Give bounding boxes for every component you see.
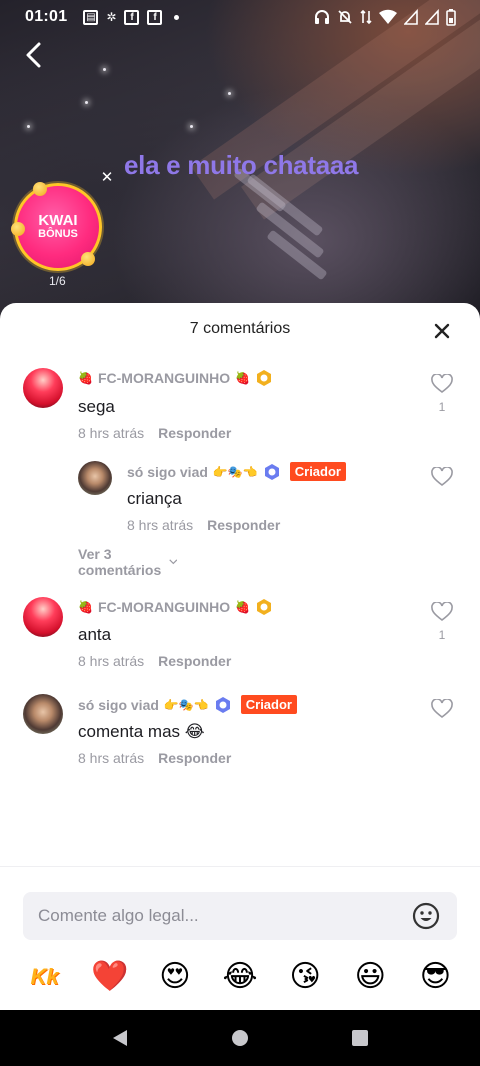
comment-username[interactable]: só sigo viad 👉🎭👈 Criador: [78, 695, 297, 714]
comment-text: criança: [127, 489, 182, 508]
nav-back-icon[interactable]: [111, 1028, 129, 1048]
comment-time: 8 hrs atrás: [78, 425, 145, 441]
status-bar: 01:01 ▤ ✲ f f: [0, 0, 480, 34]
divider: [0, 866, 480, 867]
laughing-emoji-button[interactable]: 😂: [217, 959, 263, 995]
sparkle: [27, 125, 30, 128]
strawberry-emoji: 🍓: [78, 600, 93, 614]
heart-icon[interactable]: [431, 602, 453, 622]
comment-meta: 8 hrs atrás Responder: [78, 653, 231, 669]
heart-icon[interactable]: [431, 699, 453, 719]
sparkle: [228, 92, 231, 95]
sunglasses-emoji-button[interactable]: 😎: [412, 959, 458, 995]
creator-badge: Criador: [289, 462, 346, 481]
comment-meta: 8 hrs atrás Responder: [78, 750, 231, 766]
chevron-down-icon: [168, 559, 177, 565]
comment-sheet: 7 comentários 🍓 FC-MORANGUINHO 🍓 sega 8 …: [0, 303, 480, 1010]
data-icon: [360, 9, 372, 25]
signal-icon: [425, 9, 439, 25]
strawberry-emoji: 🍓: [235, 600, 251, 614]
username-text: FC-MORANGUINHO: [97, 599, 231, 615]
sparkle: [190, 125, 193, 128]
comment-meta: 8 hrs atrás Responder: [127, 517, 280, 533]
comment-username[interactable]: 🍓 FC-MORANGUINHO 🍓: [78, 598, 273, 616]
reply-button[interactable]: Responder: [158, 750, 231, 766]
verified-blue-icon: [264, 463, 279, 480]
back-button[interactable]: [18, 40, 48, 70]
comment-time: 8 hrs atrás: [127, 517, 194, 533]
hands-emoji: 👉🎭👈: [212, 464, 258, 479]
sparkle: [103, 68, 106, 71]
dot-icon: [174, 14, 180, 20]
strawberry-emoji: 🍓: [78, 371, 93, 385]
comment-text: anta: [78, 625, 112, 644]
coin-icon: [81, 252, 95, 266]
nav-home-icon[interactable]: [231, 1029, 249, 1047]
avatar[interactable]: [78, 461, 112, 495]
news-icon: ▤: [83, 9, 99, 25]
comment-time: 8 hrs atrás: [78, 750, 145, 766]
video-caption: ela e muito chataaa: [124, 150, 359, 180]
mute-icon: [338, 10, 352, 24]
comment-time: 8 hrs atrás: [78, 653, 145, 669]
coin-icon: [11, 222, 25, 236]
sparkle: [85, 101, 88, 104]
verified-gold-icon: [257, 370, 272, 386]
close-icon: [434, 323, 450, 339]
view-more-replies[interactable]: Ver 3 comentários: [78, 546, 177, 578]
kiss-emoji-button[interactable]: 😘: [282, 959, 328, 995]
bonus-progress: 1/6: [49, 274, 66, 288]
heart-eyes-emoji-button[interactable]: 😍: [152, 959, 198, 995]
avatar[interactable]: [23, 368, 63, 408]
reply-button[interactable]: Responder: [158, 425, 231, 441]
quick-emoji-bar: Kk ❤️ 😍 😂 😘 😃 😎: [0, 955, 480, 999]
heart-icon[interactable]: [431, 374, 453, 394]
status-time: 01:01: [25, 8, 68, 25]
like-count: 1: [438, 628, 446, 642]
navigation-bar: [0, 1010, 480, 1066]
comment-input[interactable]: [23, 892, 403, 940]
like-count: 1: [438, 400, 446, 414]
username-text: FC-MORANGUINHO: [97, 370, 231, 386]
comment-meta: 8 hrs atrás Responder: [78, 425, 231, 441]
comment-text: comenta mas 😂: [78, 722, 205, 741]
wifi-icon: [379, 9, 397, 24]
creator-badge: Criador: [240, 695, 297, 714]
kwai-sticker-icon[interactable]: Kk: [22, 959, 68, 995]
avatar[interactable]: [23, 597, 63, 637]
bonus-subtitle: BÔNUS: [38, 228, 78, 240]
verified-blue-icon: [215, 696, 230, 713]
battery-icon: [446, 8, 456, 26]
sim-icon: ✲: [106, 10, 117, 24]
reply-button[interactable]: Responder: [158, 653, 231, 669]
username-text: só sigo viad: [78, 696, 159, 713]
headset-icon: [315, 10, 329, 24]
reply-button[interactable]: Responder: [207, 517, 280, 533]
hands-emoji: 👉🎭👈: [163, 697, 209, 712]
emoji-toggle-icon[interactable]: [412, 902, 440, 930]
kwai-bonus-widget[interactable]: KWAI BÔNUS: [11, 182, 102, 271]
heart-emoji-button[interactable]: ❤️: [87, 959, 133, 995]
comment-username[interactable]: 🍓 FC-MORANGUINHO 🍓: [78, 369, 273, 387]
facebook-icon: f: [124, 9, 140, 25]
username-text: só sigo viad: [127, 463, 208, 480]
strawberry-emoji: 🍓: [235, 371, 251, 385]
comment-username[interactable]: só sigo viad 👉🎭👈 Criador: [127, 462, 346, 481]
back-arrow-icon: [26, 42, 41, 68]
comment-text: sega: [78, 397, 115, 416]
comment-input-box[interactable]: [23, 892, 457, 940]
heart-icon[interactable]: [431, 467, 453, 487]
avatar[interactable]: [23, 694, 63, 734]
nav-recents-icon[interactable]: [351, 1029, 369, 1047]
close-button[interactable]: [432, 321, 452, 341]
bonus-close-button[interactable]: ✕: [99, 170, 115, 186]
view-more-label: Ver 3 comentários: [78, 546, 162, 578]
coin-icon: [33, 182, 47, 196]
facebook-icon: f: [147, 9, 163, 25]
sheet-title: 7 comentários: [189, 320, 291, 337]
smile-emoji-button[interactable]: 😃: [347, 959, 393, 995]
signal-icon: [404, 9, 418, 25]
verified-gold-icon: [257, 599, 272, 615]
bonus-title: KWAI: [38, 212, 78, 229]
